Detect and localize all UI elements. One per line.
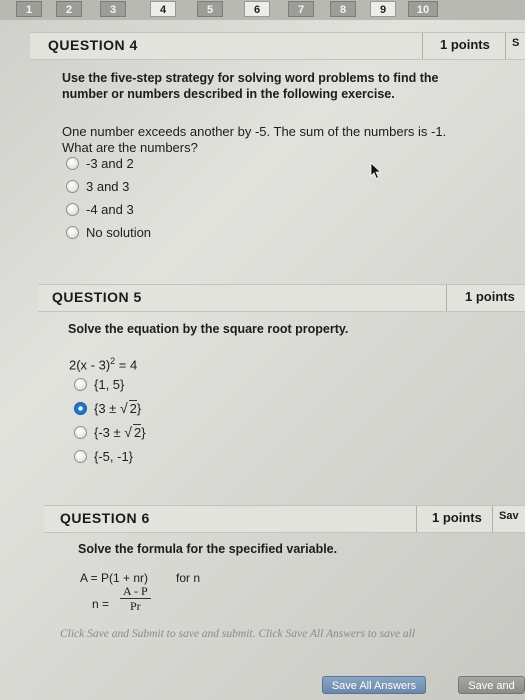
question-5-header: QUESTION 5 1 points <box>38 284 525 312</box>
radio-button[interactable] <box>74 425 87 439</box>
question-navigator: 1 2 3 4 5 6 7 8 9 10 <box>0 0 525 20</box>
header-divider <box>446 285 447 311</box>
save-instructions-text: Click Save and Submit to save and submit… <box>60 628 416 640</box>
square-root-icon: √ <box>119 400 128 416</box>
question-4-save-button[interactable]: S <box>512 37 524 49</box>
header-divider <box>492 506 493 532</box>
nav-tab-6[interactable]: 6 <box>244 1 270 17</box>
option-label: {-3 ± √ 2} <box>94 424 146 440</box>
question-6-points: 1 points <box>432 510 482 525</box>
answer-fraction: A - P Pr <box>120 584 151 613</box>
question-4-header: QUESTION 4 1 points S <box>30 32 525 60</box>
option-label: {3 ± √ 2} <box>94 400 142 416</box>
question-4-points: 1 points <box>440 37 490 52</box>
question-6-header: QUESTION 6 1 points Sav <box>44 505 525 533</box>
nav-tab-2[interactable]: 2 <box>56 1 82 17</box>
question-5-option[interactable]: {-5, -1} <box>74 446 133 466</box>
question-4-option[interactable]: No solution <box>66 222 151 242</box>
question-5-points: 1 points <box>465 289 515 304</box>
radio-button[interactable] <box>66 225 79 239</box>
answer-numerator: A - P <box>120 584 151 599</box>
answer-lhs: n = <box>92 597 110 611</box>
nav-tab-4[interactable]: 4 <box>150 1 176 17</box>
option-label: -3 and 2 <box>86 155 134 171</box>
header-divider <box>505 33 506 59</box>
question-6-instruction: Solve the formula for the specified vari… <box>78 542 338 556</box>
question-6-title: QUESTION 6 <box>60 510 150 526</box>
radio-button[interactable] <box>74 449 87 463</box>
question-4-option[interactable]: -4 and 3 <box>66 199 134 219</box>
question-5-option-selected[interactable]: {3 ± √ 2} <box>74 398 141 418</box>
question-5-equation: 2(x - 3)2 = 4 <box>69 356 138 373</box>
radio-button[interactable] <box>66 179 79 193</box>
save-and-submit-button[interactable]: Save and <box>458 676 525 694</box>
option-label: No solution <box>86 224 152 240</box>
square-root-icon: √ <box>124 424 132 440</box>
question-4-instruction: Use the five-step strategy for solving w… <box>62 71 439 101</box>
nav-tab-1[interactable]: 1 <box>16 1 42 17</box>
nav-tab-3[interactable]: 3 <box>100 1 126 17</box>
question-6-save-button[interactable]: Sav <box>499 510 525 522</box>
nav-tab-8[interactable]: 8 <box>330 1 356 17</box>
save-all-answers-button[interactable]: Save All Answers <box>322 676 426 694</box>
nav-tab-9[interactable]: 9 <box>370 1 396 17</box>
nav-tab-5[interactable]: 5 <box>197 1 223 17</box>
radio-button[interactable] <box>66 202 79 216</box>
question-4-option[interactable]: 3 and 3 <box>66 176 129 196</box>
radio-button[interactable] <box>74 377 87 391</box>
radio-button-selected[interactable] <box>74 401 87 415</box>
nav-tab-10[interactable]: 10 <box>408 1 438 17</box>
option-label: 3 and 3 <box>86 178 130 194</box>
question-6-variable: for n <box>176 571 201 585</box>
header-divider <box>416 506 417 532</box>
question-4-title: QUESTION 4 <box>48 37 138 53</box>
header-divider <box>422 33 423 59</box>
option-label: {1, 5} <box>94 376 125 392</box>
question-5-option[interactable]: {1, 5} <box>74 374 124 394</box>
question-5-title: QUESTION 5 <box>52 289 142 305</box>
question-4-prompt: One number exceeds another by -5. The su… <box>62 124 447 155</box>
option-label: -4 and 3 <box>86 201 134 217</box>
radio-button[interactable] <box>66 156 79 170</box>
nav-tab-7[interactable]: 7 <box>288 1 314 17</box>
question-6-formula: A = P(1 + nr) <box>80 571 149 585</box>
option-label: {-5, -1} <box>94 448 134 464</box>
mouse-pointer-icon <box>370 162 382 180</box>
question-4-option[interactable]: -3 and 2 <box>66 153 134 173</box>
question-5-option[interactable]: {-3 ± √ 2} <box>74 422 146 442</box>
answer-denominator: Pr <box>130 599 141 613</box>
question-5-instruction: Solve the equation by the square root pr… <box>68 322 349 336</box>
